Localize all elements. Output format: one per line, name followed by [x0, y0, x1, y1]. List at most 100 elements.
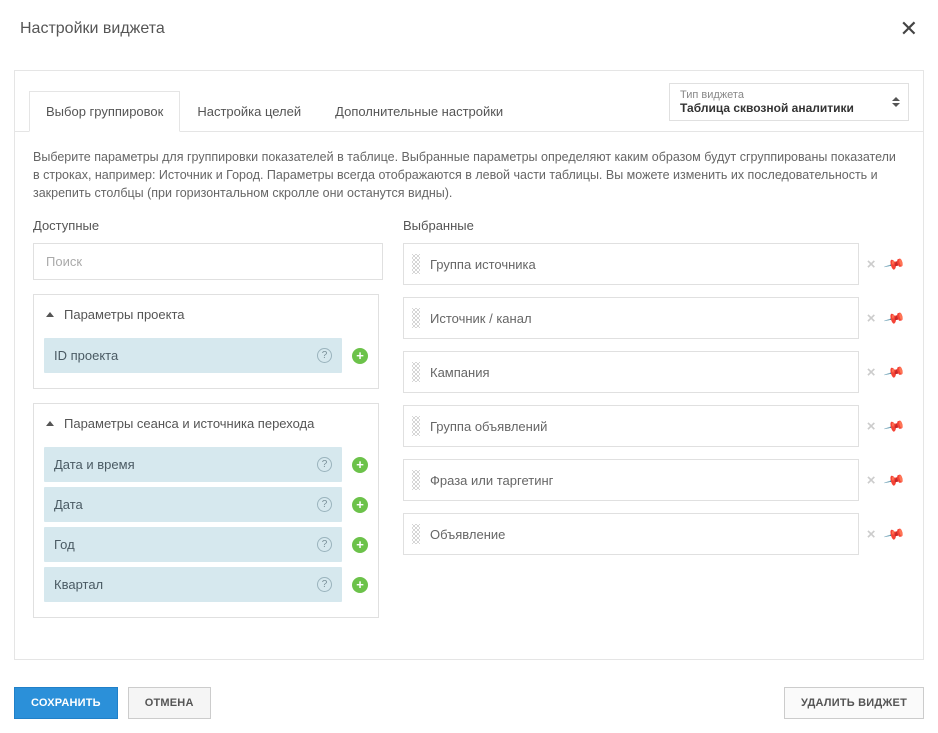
selected-actions: × 📌 [867, 310, 905, 327]
selected-chip[interactable]: Кампания [403, 351, 859, 393]
widget-type-value: Таблица сквозной аналитики [680, 101, 880, 115]
add-button[interactable]: + [352, 348, 368, 364]
tab-goals[interactable]: Настройка целей [180, 91, 318, 132]
selected-column: Выбранные Группа источника × 📌 Источник … [403, 218, 905, 659]
selected-item-label: Объявление [430, 527, 505, 542]
modal-footer: Сохранить Отмена Удалить виджет [0, 673, 938, 733]
pin-button[interactable]: 📌 [882, 523, 905, 546]
save-button[interactable]: Сохранить [14, 687, 118, 719]
top-row: Выбор группировок Настройка целей Дополн… [15, 71, 923, 132]
selected-title: Выбранные [403, 218, 905, 233]
widget-type-label: Тип виджета [680, 89, 880, 101]
available-column: Доступные Параметры проекта ID проекта [33, 218, 383, 659]
close-button[interactable]: ✕ [900, 18, 918, 40]
caret-up-icon [46, 312, 54, 317]
delete-widget-button[interactable]: Удалить виджет [784, 687, 924, 719]
accordion-title: Параметры сеанса и источника перехода [64, 416, 314, 431]
search-input[interactable] [33, 243, 383, 280]
available-item: Год ? + [44, 527, 368, 562]
remove-button[interactable]: × [867, 364, 876, 381]
add-button[interactable]: + [352, 577, 368, 593]
available-item-label: Дата [54, 497, 83, 512]
drag-handle-icon[interactable] [412, 470, 420, 490]
available-item: ID проекта ? + [44, 338, 368, 373]
selected-item-label: Фраза или таргетинг [430, 473, 553, 488]
available-chip[interactable]: Квартал ? [44, 567, 342, 602]
content-box: Выбор группировок Настройка целей Дополн… [14, 70, 924, 660]
help-icon[interactable]: ? [317, 537, 332, 552]
selected-actions: × 📌 [867, 472, 905, 489]
selected-item-label: Группа объявлений [430, 419, 547, 434]
selected-item: Группа источника × 📌 [403, 243, 905, 285]
help-icon[interactable]: ? [317, 457, 332, 472]
add-button[interactable]: + [352, 457, 368, 473]
available-item-label: Год [54, 537, 75, 552]
remove-button[interactable]: × [867, 418, 876, 435]
tab-body: Выберите параметры для группировки показ… [15, 132, 923, 659]
selected-item-label: Группа источника [430, 257, 536, 272]
selected-actions: × 📌 [867, 526, 905, 543]
selected-actions: × 📌 [867, 256, 905, 273]
pin-button[interactable]: 📌 [882, 361, 905, 384]
sort-icon [892, 97, 900, 107]
selected-item: Кампания × 📌 [403, 351, 905, 393]
tabs: Выбор группировок Настройка целей Дополн… [29, 91, 520, 131]
widget-type-select[interactable]: Тип виджета Таблица сквозной аналитики [669, 83, 909, 121]
selected-item: Группа объявлений × 📌 [403, 405, 905, 447]
accordion-body: ID проекта ? + [34, 334, 378, 388]
drag-handle-icon[interactable] [412, 362, 420, 382]
accordion-group-session: Параметры сеанса и источника перехода Да… [33, 403, 379, 618]
caret-up-icon [46, 421, 54, 426]
remove-button[interactable]: × [867, 310, 876, 327]
selected-actions: × 📌 [867, 364, 905, 381]
columns: Доступные Параметры проекта ID проекта [33, 218, 905, 659]
drag-handle-icon[interactable] [412, 308, 420, 328]
selected-item-label: Источник / канал [430, 311, 532, 326]
accordion-header[interactable]: Параметры сеанса и источника перехода [34, 404, 378, 443]
selected-item: Фраза или таргетинг × 📌 [403, 459, 905, 501]
selected-chip[interactable]: Источник / канал [403, 297, 859, 339]
available-item-label: Дата и время [54, 457, 135, 472]
selected-item-label: Кампания [430, 365, 490, 380]
available-scroll[interactable]: Параметры проекта ID проекта ? + [33, 294, 383, 659]
help-icon[interactable]: ? [317, 497, 332, 512]
drag-handle-icon[interactable] [412, 254, 420, 274]
selected-chip[interactable]: Группа объявлений [403, 405, 859, 447]
available-chip[interactable]: Год ? [44, 527, 342, 562]
tab-groupings[interactable]: Выбор группировок [29, 91, 180, 132]
selected-item: Источник / канал × 📌 [403, 297, 905, 339]
add-button[interactable]: + [352, 537, 368, 553]
available-chip[interactable]: ID проекта ? [44, 338, 342, 373]
modal-header: Настройки виджета ✕ [0, 0, 938, 60]
pin-button[interactable]: 📌 [882, 307, 905, 330]
available-chip[interactable]: Дата ? [44, 487, 342, 522]
available-title: Доступные [33, 218, 383, 233]
help-icon[interactable]: ? [317, 577, 332, 592]
available-item-label: Квартал [54, 577, 103, 592]
pin-button[interactable]: 📌 [882, 253, 905, 276]
available-chip[interactable]: Дата и время ? [44, 447, 342, 482]
pin-button[interactable]: 📌 [882, 469, 905, 492]
selected-item: Объявление × 📌 [403, 513, 905, 555]
remove-button[interactable]: × [867, 472, 876, 489]
help-icon[interactable]: ? [317, 348, 332, 363]
available-item: Дата ? + [44, 487, 368, 522]
selected-chip[interactable]: Объявление [403, 513, 859, 555]
accordion-body: Дата и время ? + Дата ? + [34, 443, 378, 617]
selected-chip[interactable]: Группа источника [403, 243, 859, 285]
drag-handle-icon[interactable] [412, 524, 420, 544]
selected-actions: × 📌 [867, 418, 905, 435]
available-item: Квартал ? + [44, 567, 368, 602]
remove-button[interactable]: × [867, 526, 876, 543]
selected-chip[interactable]: Фраза или таргетинг [403, 459, 859, 501]
modal-title: Настройки виджета [20, 20, 165, 38]
accordion-group-project: Параметры проекта ID проекта ? + [33, 294, 379, 389]
cancel-button[interactable]: Отмена [128, 687, 211, 719]
accordion-header[interactable]: Параметры проекта [34, 295, 378, 334]
description-text: Выберите параметры для группировки показ… [33, 148, 905, 202]
tab-additional[interactable]: Дополнительные настройки [318, 91, 520, 132]
add-button[interactable]: + [352, 497, 368, 513]
remove-button[interactable]: × [867, 256, 876, 273]
pin-button[interactable]: 📌 [882, 415, 905, 438]
drag-handle-icon[interactable] [412, 416, 420, 436]
